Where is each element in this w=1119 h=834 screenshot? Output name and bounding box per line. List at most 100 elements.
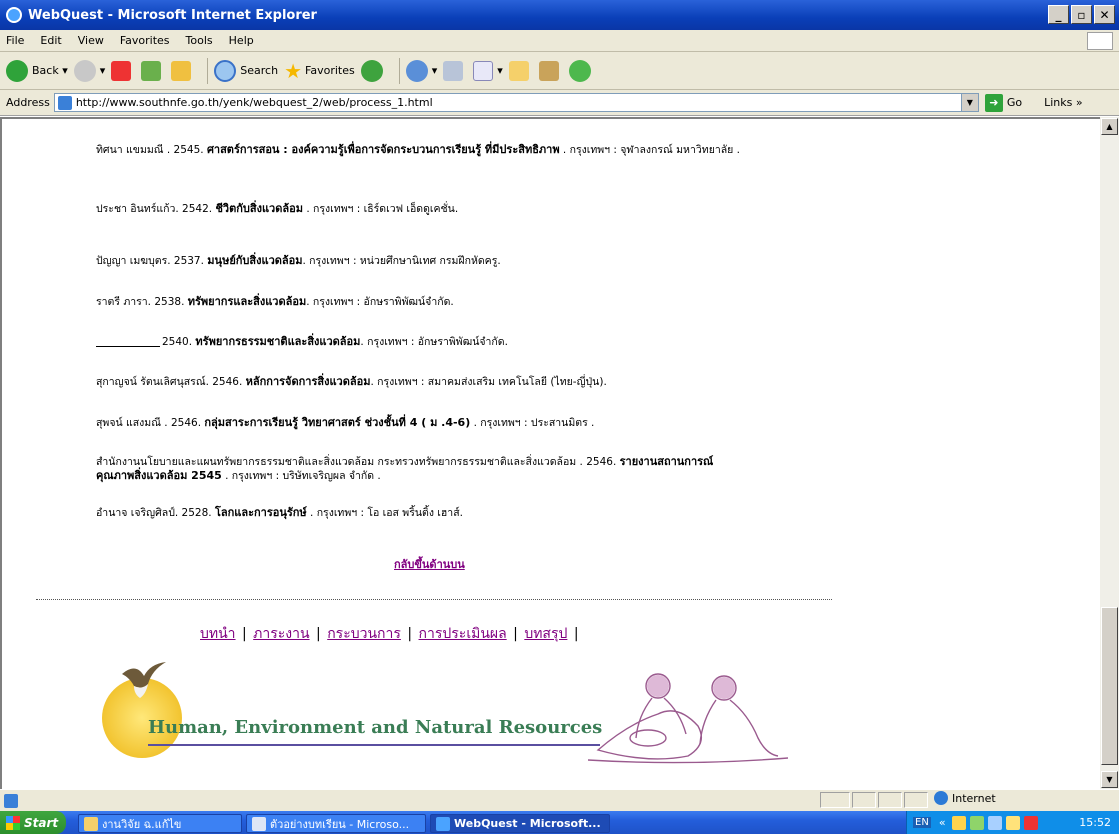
- status-panel: [904, 792, 928, 808]
- vertical-scrollbar[interactable]: ▲ ▼: [1100, 117, 1119, 789]
- ref-title: โลกและการอนุรักษ์: [214, 506, 307, 519]
- taskbar-item-folder[interactable]: งานวิจัย ฉ.แก้ไข: [78, 814, 242, 833]
- edit-button[interactable]: ▾: [473, 60, 503, 81]
- globe-icon: [934, 791, 948, 805]
- nav-process-link[interactable]: กระบวนการ: [327, 626, 401, 642]
- scroll-thumb[interactable]: [1101, 607, 1118, 765]
- menu-edit[interactable]: Edit: [40, 34, 61, 47]
- address-url: http://www.southnfe.go.th/yenk/webquest_…: [75, 96, 433, 109]
- reference-item: สุกาญจน์ รัตนเลิศนุสรณ์. 2546. หลักการจั…: [96, 375, 756, 389]
- menu-tools[interactable]: Tools: [186, 34, 213, 47]
- page-status-icon: [4, 793, 18, 808]
- stop-icon: [111, 60, 132, 81]
- messenger-button[interactable]: [568, 59, 595, 82]
- menu-help[interactable]: Help: [229, 34, 254, 47]
- ref-publisher: . กรุงเทพฯ : บริษัทเจริญผล จำกัด .: [221, 470, 381, 482]
- security-zone: Internet: [934, 791, 996, 805]
- go-button[interactable]: ➜ Go: [984, 93, 1023, 112]
- ref-publisher: . กรุงเทพฯ : อักษราพิพัฒน์จำกัด.: [306, 296, 454, 308]
- word-icon: [473, 60, 494, 81]
- task-label: ตัวอย่างบทเรียน - Microso...: [270, 817, 410, 831]
- stop-button[interactable]: [111, 60, 135, 81]
- language-indicator[interactable]: EN: [913, 817, 931, 828]
- ref-publisher: . กรุงเทพฯ : สมาคมส่งเสริม เทคโนโลยี (ไท…: [370, 376, 607, 388]
- task-label: งานวิจัย ฉ.แก้ไข: [102, 817, 182, 831]
- ref-author: สุกาญจน์ รัตนเลิศนุสรณ์. 2546.: [96, 376, 246, 388]
- back-arrow-icon: [6, 59, 28, 82]
- dotted-divider: [36, 599, 832, 600]
- reference-item: ปัญญา เมฆบุตร. 2537. มนุษย์กับสิ่งแวดล้อ…: [96, 254, 756, 268]
- network-tray-icon[interactable]: [969, 815, 984, 830]
- ref-title: มนุษย์กับสิ่งแวดล้อม: [207, 254, 303, 267]
- windows-flag-icon: [6, 815, 20, 830]
- go-label: Go: [1006, 96, 1023, 109]
- forward-arrow-icon: [73, 59, 96, 82]
- favorites-button[interactable]: ★ Favorites: [284, 59, 355, 83]
- menu-bar: File Edit View Favorites Tools Help: [0, 30, 1119, 52]
- messenger-icon: [568, 59, 591, 82]
- research-button[interactable]: [538, 60, 563, 81]
- address-label: Address: [6, 96, 50, 109]
- start-label: Start: [24, 815, 59, 830]
- close-button[interactable]: ✕: [1094, 5, 1115, 24]
- monitor-tray-icon[interactable]: [987, 815, 1002, 830]
- favorites-label: Favorites: [305, 64, 355, 77]
- history-button[interactable]: [360, 59, 387, 82]
- ref-title: หลักการจัดการสิ่งแวดล้อม: [245, 375, 371, 388]
- nav-task-link[interactable]: ภาระงาน: [253, 626, 309, 642]
- menu-favorites[interactable]: Favorites: [120, 34, 170, 47]
- address-dropdown[interactable]: ▼: [960, 94, 978, 111]
- taskbar-item-webquest[interactable]: WebQuest - Microsoft...: [430, 814, 610, 833]
- ref-title: ทรัพยากรธรรมชาติและสิ่งแวดล้อม: [195, 335, 361, 348]
- page-navigation: บทนำ | ภาระงาน | กระบวนการ | การประเมินผ…: [200, 626, 579, 642]
- back-to-top-link[interactable]: กลับขึ้นด้านบน: [394, 555, 465, 573]
- nav-evaluation-link[interactable]: การประเมินผล: [419, 626, 507, 642]
- clock: 15:52: [1079, 816, 1111, 829]
- status-panel: [852, 792, 876, 808]
- reference-item: ราตรี ภารา. 2538. ทรัพยากรและสิ่งแวดล้อม…: [96, 295, 756, 309]
- banner-title: Human, Environment and Natural Resources: [148, 717, 603, 738]
- ref-title: กลุ่มสาระการเรียนรู้ วิทยาศาสตร์ ช่วงชั้…: [204, 416, 471, 429]
- links-button[interactable]: Links »: [1044, 96, 1083, 109]
- search-button[interactable]: Search: [214, 59, 278, 82]
- scroll-up-button[interactable]: ▲: [1101, 118, 1118, 135]
- forward-button[interactable]: ▾: [73, 59, 105, 82]
- ref-publisher: . กรุงเทพฯ : จุฬาลงกรณ์ มหาวิทยาลัย .: [559, 144, 741, 156]
- refresh-button[interactable]: [141, 60, 165, 81]
- nav-introduction-link[interactable]: บทนำ: [200, 626, 236, 642]
- ref-publisher: . กรุงเทพฯ : เธิร์ดเวฟ เอ็ดดูเคชั่น.: [302, 203, 459, 215]
- mail-button[interactable]: ▾: [405, 59, 437, 82]
- ref-author: ทิศนา แขมมณี . 2545.: [96, 144, 207, 156]
- address-input[interactable]: http://www.southnfe.go.th/yenk/webquest_…: [53, 93, 979, 112]
- maximize-button[interactable]: ▫: [1071, 5, 1092, 24]
- address-bar: Address http://www.southnfe.go.th/yenk/w…: [0, 90, 1119, 116]
- discuss-button[interactable]: [508, 60, 533, 81]
- taskbar-item-word[interactable]: ตัวอย่างบทเรียน - Microso...: [246, 814, 426, 833]
- toolbar-separator: [207, 57, 209, 84]
- ref-publisher: . กรุงเทพฯ : หน่วยศึกษานิเทศ กรมฝึกหัดคร…: [302, 255, 501, 267]
- security-tray-icon[interactable]: [951, 815, 966, 830]
- minimize-button[interactable]: _: [1048, 5, 1069, 24]
- start-button[interactable]: Start: [0, 811, 66, 834]
- back-button[interactable]: Back ▾: [6, 59, 68, 82]
- menu-view[interactable]: View: [78, 34, 104, 47]
- print-button[interactable]: [443, 60, 467, 81]
- toolbar-separator: [398, 57, 400, 84]
- messenger-tray-icon[interactable]: [1005, 815, 1020, 830]
- print-icon: [443, 60, 464, 81]
- antivirus-tray-icon[interactable]: [1023, 815, 1038, 830]
- ref-author: อำนาจ เจริญศิลป์. 2528.: [96, 507, 215, 519]
- word-document-icon: [252, 816, 266, 831]
- scroll-down-button[interactable]: ▼: [1101, 771, 1118, 788]
- windows-logo-icon: [1087, 32, 1113, 50]
- ref-author: 2540.: [162, 336, 196, 348]
- menu-file[interactable]: File: [6, 34, 24, 47]
- standard-toolbar: Back ▾ ▾ Search ★ Favorites ▾ ▾: [0, 52, 1119, 90]
- folder-icon: [508, 60, 529, 81]
- nav-conclusion-link[interactable]: บทสรุป: [524, 626, 567, 642]
- home-button[interactable]: [171, 60, 195, 81]
- tray-expand-icon[interactable]: «: [939, 816, 946, 829]
- folder-icon: [84, 816, 98, 831]
- star-icon: ★: [284, 58, 303, 83]
- research-icon: [538, 60, 559, 81]
